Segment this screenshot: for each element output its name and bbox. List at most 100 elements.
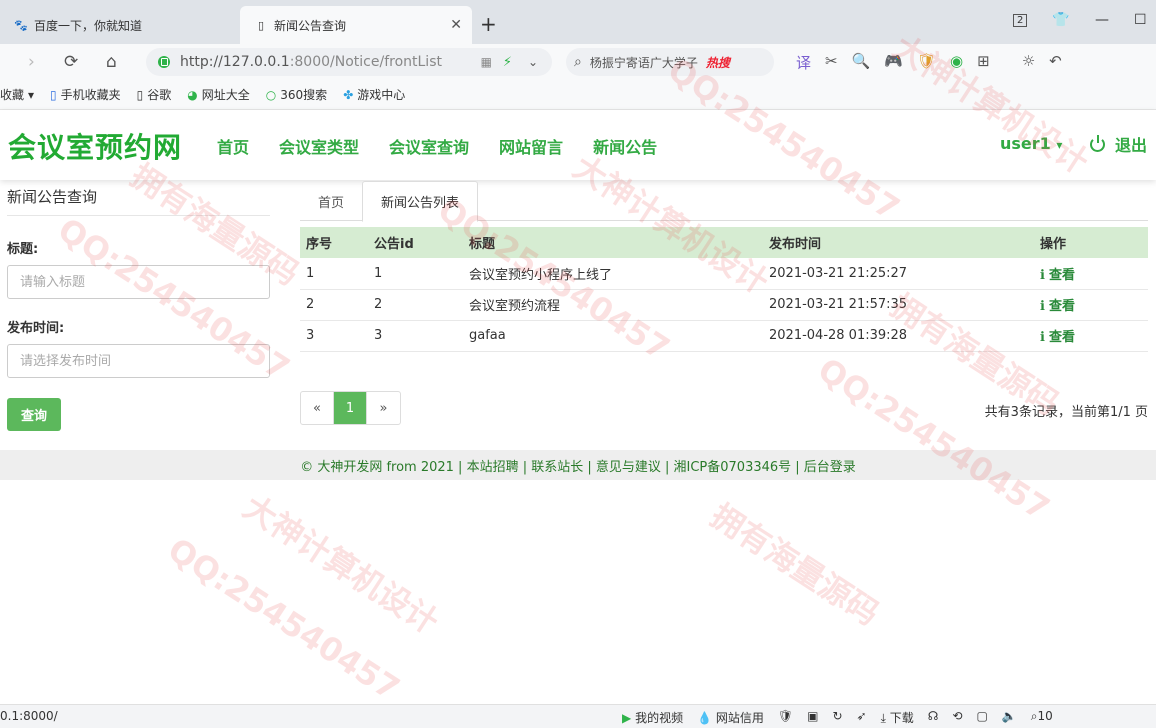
status-video[interactable]: ▶ 我的视频 (622, 709, 683, 726)
browser-tab-baidu[interactable]: 🐾 百度一下，你就知道 (0, 6, 240, 44)
search-icon: ○ (265, 87, 277, 102)
rocket-icon[interactable]: ➶ (857, 709, 867, 726)
bookmark-label: 网址大全 (201, 88, 250, 102)
minimize-icon[interactable]: — (1095, 12, 1109, 28)
next-page-button[interactable]: » (367, 392, 400, 424)
nav-home[interactable]: 首页 (217, 134, 249, 158)
cell-id: 3 (368, 320, 463, 352)
bookmark-item[interactable]: ▯ 谷歌 (137, 86, 172, 103)
cell-title: gafaa (463, 320, 763, 352)
gamepad-icon[interactable]: 🎮 (884, 52, 903, 73)
view-link[interactable]: ℹ 查看 (1034, 258, 1148, 290)
forward-icon[interactable]: › (28, 52, 35, 72)
table-row: 3 3 gafaa 2021-04-28 01:39:28 ℹ 查看 (300, 320, 1148, 352)
logout-label: 退出 (1115, 136, 1148, 155)
view-label: 查看 (1048, 267, 1075, 283)
status-label: 我的视频 (635, 711, 684, 725)
sync-icon[interactable]: ⟲ (952, 709, 962, 726)
reload-icon[interactable]: ⟳ (64, 52, 78, 72)
refresh-icon[interactable]: ↻ (832, 709, 842, 726)
translate-icon[interactable]: 译 (796, 52, 811, 73)
chevron-down-icon[interactable]: ⌄ (528, 55, 538, 69)
shield-icon[interactable]: 🛡 (778, 709, 793, 726)
zoom-icon: ⌕ (1030, 709, 1038, 723)
site-logo[interactable]: 会议室预约网 (8, 126, 182, 166)
address-bar-row: › ⟳ ⌂ http://127.0.0.1:8000/Notice/front… (0, 44, 1156, 80)
cell-title: 会议室预约小程序上线了 (463, 258, 763, 290)
nav-guestbook[interactable]: 网站留言 (499, 134, 563, 158)
baidu-paw-icon: 🐾 (14, 18, 28, 32)
bookmark-label: 360搜索 (280, 88, 328, 102)
close-tab-icon[interactable]: ✕ (450, 17, 462, 33)
bookmark-item[interactable]: ✤ 游戏中心 (343, 86, 405, 103)
url-field[interactable]: http://127.0.0.1:8000/Notice/frontList ▦… (146, 48, 552, 76)
nav-room-query[interactable]: 会议室查询 (389, 134, 469, 158)
publish-time-input[interactable] (7, 344, 270, 378)
cell-id: 1 (368, 258, 463, 290)
status-credit[interactable]: 💧 网站信用 (697, 709, 764, 726)
home-icon[interactable]: ⌂ (106, 52, 117, 72)
query-button[interactable]: 查询 (7, 398, 61, 431)
image-icon[interactable]: ▣ (807, 709, 818, 726)
status-label: 下载 (889, 711, 914, 725)
status-zoom[interactable]: ⌕10 (1031, 709, 1053, 726)
caret-down-icon: ▾ (1056, 138, 1063, 152)
brightness-icon[interactable]: ☼ (1022, 52, 1035, 73)
shirt-icon[interactable]: 👕 (1052, 12, 1069, 28)
undo-icon[interactable]: ↶ (1049, 52, 1062, 73)
browser-tab-notice[interactable]: ▯ 新闻公告查询 ✕ (240, 6, 472, 44)
bookmark-item[interactable]: ▯ 手机收藏夹 (50, 86, 121, 103)
page-icon: ▯ (257, 18, 265, 32)
tab-home[interactable]: 首页 (300, 181, 362, 221)
speaker-icon[interactable]: 🔈 (1002, 709, 1017, 726)
grid-icon[interactable]: ⊞ (977, 52, 990, 73)
hot-search-badge: 热搜 (705, 55, 730, 70)
view-label: 查看 (1048, 299, 1075, 314)
new-tab-button[interactable]: + (480, 12, 497, 36)
bookmark-item[interactable]: ◕ 网址大全 (187, 86, 250, 103)
nav-news[interactable]: 新闻公告 (593, 134, 657, 158)
user-menu[interactable]: user1 ▾ (1000, 134, 1062, 153)
site-header: 会议室预约网 首页 会议室类型 会议室查询 网站留言 新闻公告 user1 ▾ … (0, 110, 1156, 180)
url-path: :8000/Notice/frontList (289, 54, 442, 70)
green-app-icon[interactable]: ◉ (950, 52, 963, 73)
page-icon: ▯ (136, 87, 144, 102)
bookmark-item[interactable]: 收藏 ▾ (0, 86, 34, 103)
status-items: ▶ 我的视频 💧 网站信用 🛡 ▣ ↻ ➶ ⤓ 下载 ☊ ⟲ ▢ 🔈 ⌕10 (622, 709, 1053, 726)
view-link[interactable]: ℹ 查看 (1034, 320, 1148, 352)
tab-news-list[interactable]: 新闻公告列表 (362, 181, 478, 222)
prev-page-button[interactable]: « (301, 392, 334, 424)
view-label: 查看 (1048, 330, 1075, 345)
current-page-button[interactable]: 1 (334, 392, 367, 424)
power-icon (1090, 134, 1105, 152)
download-icon: ⤓ (880, 711, 886, 725)
scissors-icon[interactable]: ✂ (825, 52, 838, 73)
bookmark-item[interactable]: ○ 360搜索 (266, 86, 327, 103)
tab-title: 百度一下，你就知道 (34, 18, 143, 33)
bookmark-label: 谷歌 (147, 88, 172, 102)
status-download[interactable]: ⤓ 下载 (881, 709, 914, 726)
watermark-text: QQ:254540457 (811, 350, 1057, 528)
column-header: 公告id (368, 227, 463, 258)
shield-icon[interactable]: 🛡 (917, 52, 936, 73)
magnifier-icon[interactable]: 🔍 (852, 52, 871, 73)
nav-room-types[interactable]: 会议室类型 (279, 134, 359, 158)
view-link[interactable]: ℹ 查看 (1034, 289, 1148, 321)
title-input[interactable] (7, 265, 270, 299)
logout-link[interactable]: 退出 (1090, 132, 1147, 156)
window-icon[interactable]: ▢ (976, 709, 987, 726)
globe-icon: ◕ (187, 87, 198, 102)
table-row: 2 2 会议室预约流程 2021-03-21 21:57:35 ℹ 查看 (300, 289, 1148, 321)
qr-code-icon[interactable]: ▦ (481, 55, 492, 69)
maximize-icon[interactable]: ☐ (1134, 12, 1147, 28)
query-sidebar: 新闻公告查询 标题: 发布时间: 查询 (7, 186, 270, 431)
bookmark-label: 收藏 (0, 88, 25, 102)
main-nav: 首页 会议室类型 会议室查询 网站留言 新闻公告 (217, 134, 657, 158)
search-field[interactable]: ⌕ 杨振宁寄语广大学子 热搜 (566, 48, 774, 76)
bookmarks-bar: 收藏 ▾ ▯ 手机收藏夹 ▯ 谷歌 ◕ 网址大全 ○ 360搜索 ✤ 游戏中心 (0, 80, 1156, 110)
lightning-icon[interactable]: ⚡ (503, 55, 512, 70)
headset-icon[interactable]: ☊ (928, 709, 939, 726)
tab-count-badge[interactable]: 2 (1013, 14, 1028, 27)
cell-id: 2 (368, 289, 463, 321)
browser-tab-bar: 🐾 百度一下，你就知道 ▯ 新闻公告查询 ✕ + 2 👕 — ☐ (0, 0, 1156, 44)
